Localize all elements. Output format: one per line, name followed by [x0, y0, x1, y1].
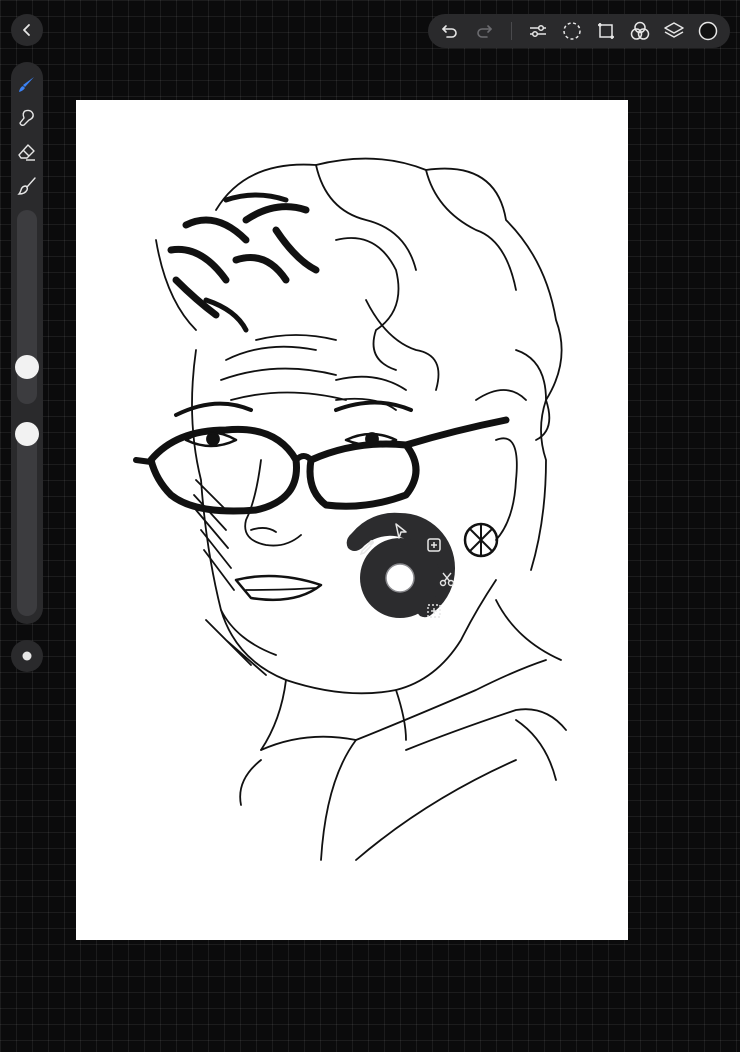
layers-icon: [664, 22, 684, 38]
dot-icon: [22, 651, 32, 661]
chevron-left-icon: [23, 24, 30, 36]
color-button[interactable]: [696, 19, 720, 43]
select-area-icon: [427, 604, 441, 618]
transform-icon: [598, 23, 614, 39]
left-sidebar: [11, 62, 43, 624]
opacity-handle[interactable]: [15, 422, 39, 446]
adjust-button[interactable]: [526, 19, 550, 43]
paint-brush-icon: [17, 177, 36, 195]
top-toolbar: [428, 14, 730, 48]
eraser-tool-button[interactable]: [15, 140, 39, 164]
cursor-button[interactable]: [390, 520, 412, 542]
blend-button[interactable]: [628, 19, 652, 43]
brush-size-handle[interactable]: [15, 354, 39, 379]
toolbar-separator: [511, 22, 512, 40]
undo-button[interactable]: [438, 19, 462, 43]
brush-icon: [19, 77, 34, 92]
smudge-tool-button[interactable]: [15, 106, 39, 130]
layers-button[interactable]: [662, 19, 686, 43]
smudge-icon: [19, 109, 34, 126]
brush-tool-button[interactable]: [15, 72, 39, 96]
quick-menu: [340, 508, 470, 638]
modify-button[interactable]: [11, 640, 43, 672]
eraser-icon: [18, 144, 35, 161]
back-button[interactable]: [11, 14, 43, 46]
adjust-icon: [530, 24, 546, 38]
transform-button[interactable]: [594, 19, 618, 43]
cursor-icon: [395, 523, 407, 539]
color-icon: [698, 21, 718, 41]
undo-icon: [442, 25, 457, 38]
duplicate-icon: [427, 538, 441, 552]
brush-size-slider[interactable]: [15, 210, 39, 404]
scissors-icon: [439, 572, 455, 587]
eyedropper-button[interactable]: [356, 536, 378, 558]
blend-icon: [630, 21, 650, 40]
eyedropper-icon: [359, 540, 374, 556]
duplicate-button[interactable]: [423, 534, 445, 556]
paint-brush-tool-button[interactable]: [15, 174, 39, 198]
redo-button[interactable]: [472, 19, 496, 43]
selection-button[interactable]: [560, 19, 584, 43]
opacity-slider[interactable]: [15, 422, 39, 616]
scissors-button[interactable]: [436, 568, 458, 590]
selection-icon: [563, 22, 581, 40]
redo-icon: [477, 25, 492, 38]
select-area-button[interactable]: [423, 600, 445, 622]
